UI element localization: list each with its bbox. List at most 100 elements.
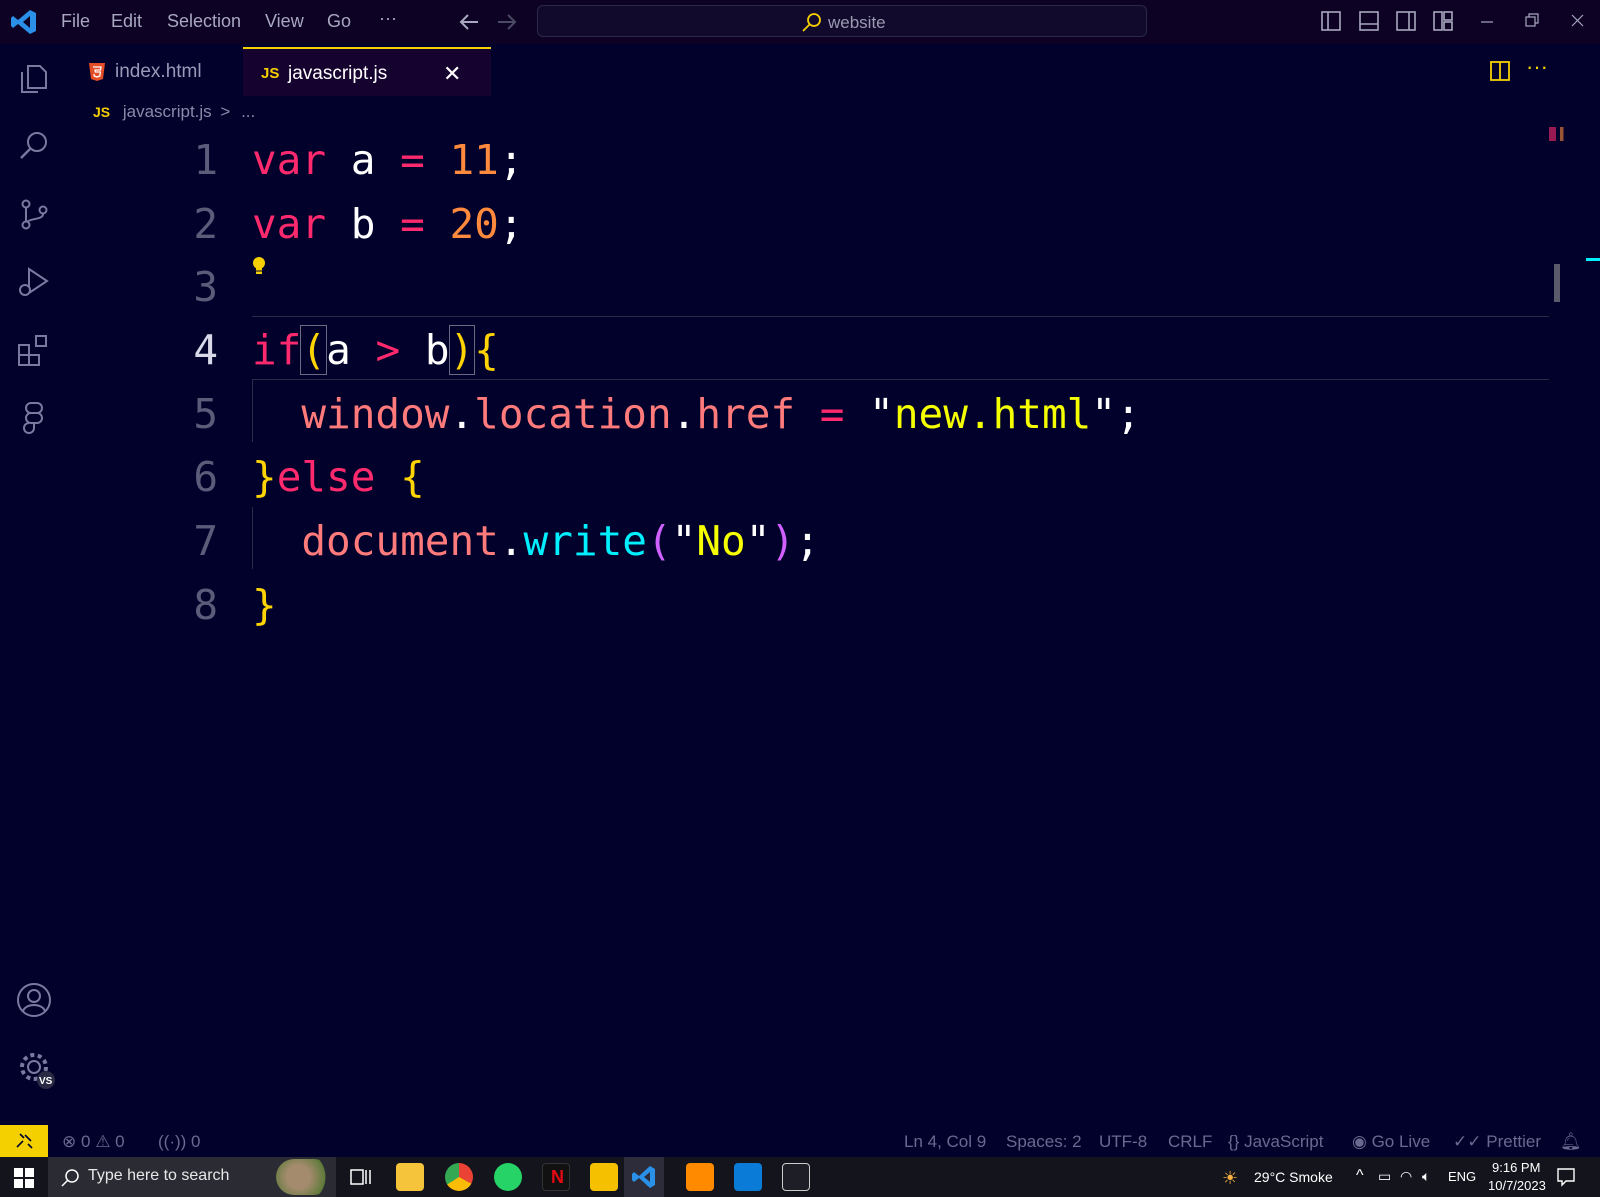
- vscode-taskbar-button[interactable]: [624, 1157, 664, 1197]
- token-keyword: if: [252, 326, 302, 374]
- code-line-4: if(a > b){: [252, 325, 499, 375]
- token-bracket-match: (: [300, 325, 328, 375]
- broadcast-icon: ◉: [1352, 1132, 1367, 1151]
- language-mode[interactable]: {} JavaScript: [1228, 1132, 1323, 1152]
- figma-icon[interactable]: [16, 400, 52, 436]
- more-actions-icon[interactable]: ···: [1526, 54, 1548, 80]
- split-editor-icon[interactable]: [1489, 60, 1511, 82]
- windows-start-icon[interactable]: [14, 1168, 34, 1188]
- search-icon: [802, 13, 821, 32]
- vertical-scrollbar[interactable]: [1554, 264, 1560, 302]
- token-keyword: else: [276, 453, 376, 501]
- minimize-icon[interactable]: [1478, 8, 1498, 34]
- explorer-icon[interactable]: [16, 60, 52, 96]
- encoding[interactable]: UTF-8: [1099, 1132, 1147, 1152]
- code-line-6: }else {: [252, 453, 425, 501]
- command-center-search[interactable]: website: [537, 5, 1147, 37]
- source-control-icon[interactable]: [16, 196, 52, 232]
- ports-count: 0: [191, 1132, 201, 1151]
- weather-text[interactable]: 29°C Smoke: [1254, 1169, 1333, 1185]
- toggle-primary-sidebar-icon[interactable]: [1320, 8, 1342, 34]
- netflix-icon[interactable]: N: [542, 1163, 570, 1191]
- lightbulb-icon[interactable]: [251, 256, 267, 278]
- cursor-position[interactable]: Ln 4, Col 9: [904, 1132, 986, 1152]
- token-number: 20: [449, 200, 499, 248]
- token-punctuation: ;: [1116, 390, 1141, 438]
- chrome-icon[interactable]: [445, 1163, 473, 1191]
- toggle-panel-icon[interactable]: [1358, 8, 1380, 34]
- file-explorer-icon[interactable]: [396, 1163, 424, 1191]
- volume-icon[interactable]: 🔈︎: [1422, 1168, 1430, 1185]
- remote-indicator[interactable]: [0, 1125, 48, 1157]
- menu-selection[interactable]: Selection: [167, 11, 241, 32]
- problems-indicator[interactable]: ⊗ 0 ⚠ 0: [62, 1132, 125, 1152]
- menu-go[interactable]: Go: [327, 11, 351, 32]
- breadcrumb-file[interactable]: javascript.js: [123, 102, 212, 121]
- tab-javascript-js[interactable]: JS javascript.js ✕: [243, 47, 491, 96]
- extensions-icon[interactable]: [16, 332, 52, 368]
- line-number: 7: [193, 517, 218, 565]
- error-count: 0: [80, 1132, 91, 1151]
- clock-time[interactable]: 9:16 PM: [1492, 1160, 1540, 1175]
- notifications-bell-icon[interactable]: 🔔︎: [1560, 1132, 1582, 1152]
- token-punctuation: ;: [498, 200, 524, 248]
- vscode-icon: [632, 1166, 655, 1188]
- go-live-button[interactable]: ◉ Go Live: [1352, 1132, 1430, 1152]
- ports-indicator[interactable]: ((·)) 0: [158, 1132, 201, 1152]
- clock-date[interactable]: 10/7/2023: [1488, 1178, 1546, 1193]
- token-quote: ": [869, 390, 894, 438]
- account-icon[interactable]: [16, 982, 52, 1018]
- breadcrumb-more[interactable]: ...: [241, 102, 255, 121]
- token-operator: =: [819, 390, 845, 438]
- token-punctuation: .: [498, 517, 524, 565]
- indentation[interactable]: Spaces: 2: [1006, 1132, 1082, 1152]
- token-object: document: [301, 517, 499, 565]
- code-editor[interactable]: 1 2 3 4 5 6 7 8 var a = 11; var b = 20; …: [68, 127, 1600, 1125]
- tab-label: javascript.js: [288, 63, 388, 84]
- search-icon: [61, 1169, 79, 1187]
- taskbar-search[interactable]: Type here to search: [48, 1157, 336, 1197]
- notification-center-icon[interactable]: [1556, 1167, 1576, 1187]
- title-bar: File Edit Selection View Go ··· website: [0, 0, 1600, 44]
- prettier-button[interactable]: ✓✓ Prettier: [1453, 1132, 1541, 1152]
- customize-layout-icon[interactable]: [1432, 8, 1454, 34]
- menu-view[interactable]: View: [265, 11, 304, 32]
- token-keyword: var: [252, 136, 327, 184]
- menu-more[interactable]: ···: [379, 8, 397, 29]
- settings-gear-icon[interactable]: VS: [16, 1049, 58, 1091]
- battery-icon[interactable]: ▭: [1378, 1168, 1391, 1185]
- token-operator: =: [400, 200, 425, 248]
- code-line-5: window.location.href = "new.html";: [252, 390, 1141, 438]
- forward-arrow-icon[interactable]: [496, 7, 518, 37]
- restore-icon[interactable]: [1523, 8, 1543, 34]
- menu-file[interactable]: File: [61, 11, 90, 32]
- microsoft-store-icon[interactable]: [734, 1163, 762, 1191]
- prettier-label: Prettier: [1486, 1132, 1542, 1151]
- vscode-logo-icon[interactable]: [10, 8, 38, 36]
- line-number: 6: [193, 453, 218, 501]
- warning-count: 0: [115, 1132, 125, 1151]
- task-view-icon[interactable]: [350, 1167, 372, 1187]
- app-chat-icon[interactable]: [590, 1163, 618, 1191]
- line-number: 2: [193, 200, 218, 248]
- run-debug-icon[interactable]: [16, 264, 52, 300]
- tab-index-html[interactable]: index.html: [70, 47, 240, 96]
- remote-desktop-icon[interactable]: [782, 1163, 810, 1191]
- whatsapp-icon[interactable]: [494, 1163, 522, 1191]
- menu-edit[interactable]: Edit: [111, 11, 142, 32]
- language-indicator[interactable]: ENG: [1448, 1169, 1476, 1184]
- end-of-line[interactable]: CRLF: [1168, 1132, 1212, 1152]
- sublime-text-icon[interactable]: [686, 1163, 714, 1191]
- close-window-icon[interactable]: [1568, 8, 1588, 34]
- wifi-icon[interactable]: ◠: [1400, 1168, 1412, 1185]
- back-arrow-icon[interactable]: [458, 7, 480, 37]
- token-brace: }: [252, 581, 277, 629]
- tray-chevron-icon[interactable]: ^: [1356, 1167, 1364, 1185]
- token-number: 11: [449, 136, 499, 184]
- js-icon: JS: [93, 104, 111, 120]
- token-string: new.html: [893, 390, 1092, 438]
- search-sidebar-icon[interactable]: [16, 128, 52, 164]
- close-tab-icon[interactable]: ✕: [443, 61, 461, 87]
- line-number: 3: [193, 263, 218, 311]
- toggle-secondary-sidebar-icon[interactable]: [1395, 8, 1417, 34]
